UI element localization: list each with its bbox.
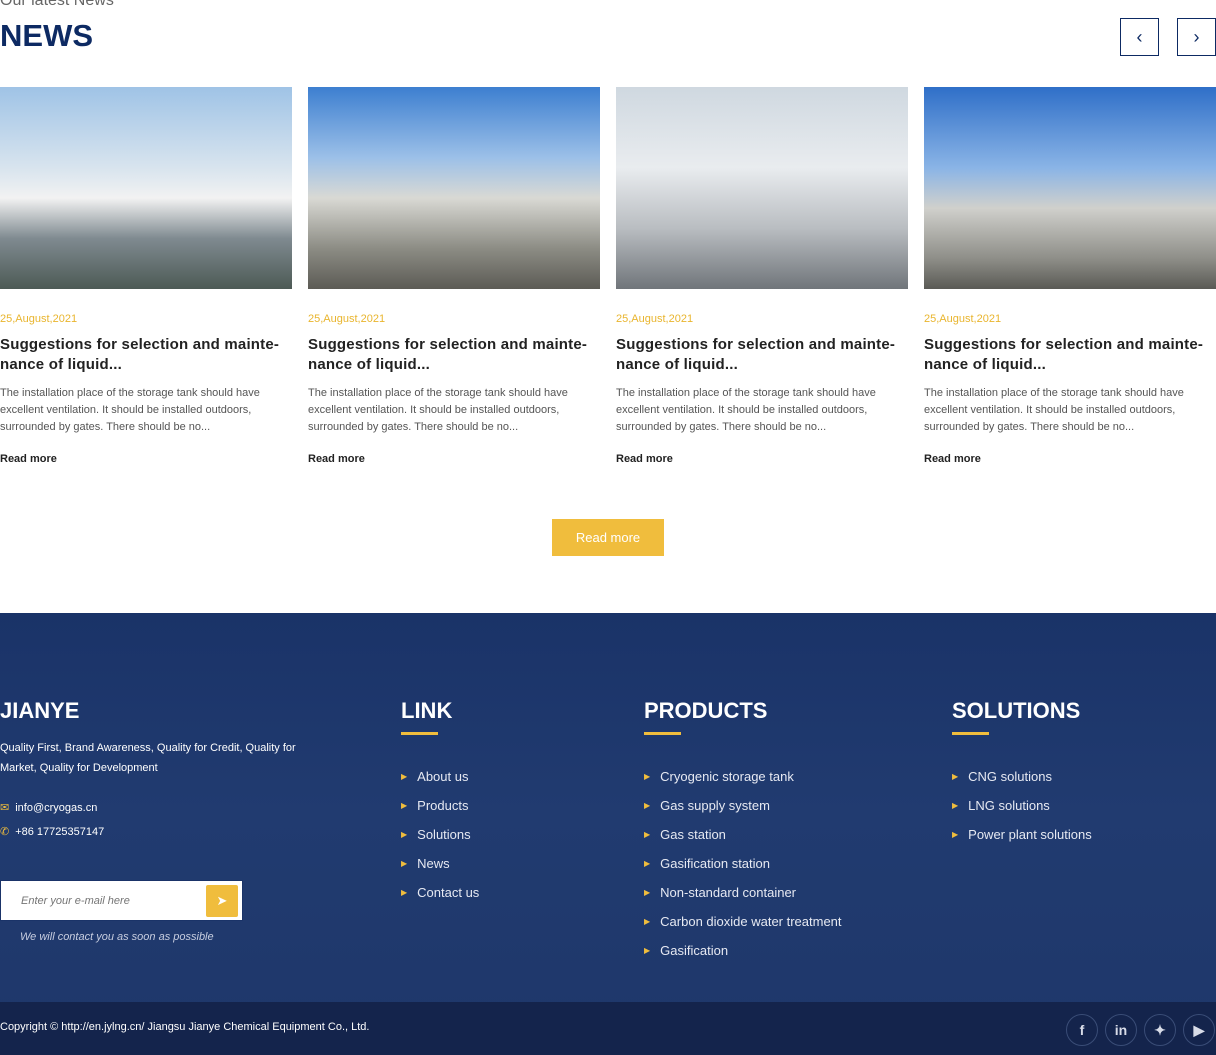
news-read-more-link[interactable]: Read more <box>616 453 908 465</box>
footer-link[interactable]: ▶ Carbon dioxide water treatment <box>644 913 842 930</box>
caret-right-icon: ▶ <box>401 888 408 897</box>
news-image[interactable] <box>924 87 1216 289</box>
footer-link[interactable]: ▶ LNG solutions <box>952 797 1092 814</box>
caret-right-icon: ▶ <box>952 830 959 839</box>
email-form: ➤ <box>0 880 243 921</box>
news-read-more-link[interactable]: Read more <box>924 453 1216 465</box>
facebook-icon[interactable]: f <box>1066 1014 1098 1046</box>
products-heading: PRODUCTS <box>644 698 768 723</box>
news-date: 25,August,2021 <box>0 313 78 325</box>
caret-right-icon: ▶ <box>644 888 651 897</box>
caret-right-icon: ▶ <box>401 801 408 810</box>
section-subtitle: Our latest News <box>0 0 114 9</box>
contact-note: We will contact you as soon as possible <box>20 931 214 943</box>
footer-link[interactable]: ▶ Contact us <box>401 884 479 901</box>
news-title[interactable]: Suggestions for selection and mainte-nan… <box>924 335 1216 375</box>
news-title[interactable]: Suggestions for selection and mainte-nan… <box>616 335 908 375</box>
caret-right-icon: ▶ <box>952 772 959 781</box>
news-date: 25,August,2021 <box>924 313 1002 325</box>
section-title: NEWS <box>0 18 93 53</box>
footer-link[interactable]: ▶ Power plant solutions <box>952 826 1092 843</box>
send-button[interactable]: ➤ <box>206 885 238 917</box>
footer-link[interactable]: ▶ CNG solutions <box>952 768 1092 785</box>
mail-icon: ✉ <box>0 802 10 814</box>
news-excerpt: The installation place of the storage ta… <box>616 387 876 433</box>
paper-plane-icon: ➤ <box>216 893 228 908</box>
caret-right-icon: ▶ <box>401 830 408 839</box>
caret-right-icon: ▶ <box>644 859 651 868</box>
copyright-bar: Copyright © http://en.jylng.cn/ Jiangsu … <box>0 1002 1216 1055</box>
caret-right-icon: ▶ <box>952 801 959 810</box>
caret-right-icon: ▶ <box>401 772 408 781</box>
news-date: 25,August,2021 <box>616 313 694 325</box>
news-title[interactable]: Suggestions for selection and mainte-nan… <box>0 335 292 375</box>
footer-phone: ✆ +86 17725357147 <box>0 825 105 839</box>
caret-right-icon: ▶ <box>644 917 651 926</box>
news-image[interactable] <box>616 87 908 289</box>
footer-brand: JIANYE <box>0 698 80 723</box>
chevron-right-icon: › <box>1193 26 1200 47</box>
caret-right-icon: ▶ <box>644 830 651 839</box>
link-heading: LINK <box>401 698 453 723</box>
news-excerpt: The installation place of the storage ta… <box>0 387 260 433</box>
news-image[interactable] <box>308 87 600 289</box>
youtube-icon[interactable]: ▶ <box>1183 1014 1215 1046</box>
footer: JIANYE Quality First, Brand Awareness, Q… <box>0 613 1216 1055</box>
news-card: 25,August,2021 Suggestions for selection… <box>308 87 600 465</box>
news-excerpt: The installation place of the storage ta… <box>924 387 1184 433</box>
news-excerpt: The installation place of the storage ta… <box>308 387 568 433</box>
caret-right-icon: ▶ <box>644 801 651 810</box>
footer-link[interactable]: ▶ Non-standard container <box>644 884 842 901</box>
news-read-more-link[interactable]: Read more <box>0 453 292 465</box>
footer-link[interactable]: ▶ Gas station <box>644 826 842 843</box>
twitter-icon[interactable]: ✦ <box>1144 1014 1176 1046</box>
caret-right-icon: ▶ <box>401 859 408 868</box>
footer-link[interactable]: ▶ About us <box>401 768 479 785</box>
footer-link[interactable]: ▶ News <box>401 855 479 872</box>
solutions-heading: SOLUTIONS <box>952 698 1081 723</box>
footer-link[interactable]: ▶ Cryogenic storage tank <box>644 768 842 785</box>
footer-link[interactable]: ▶ Gasification <box>644 942 842 959</box>
caret-right-icon: ▶ <box>644 946 651 955</box>
next-button[interactable]: › <box>1177 18 1216 56</box>
footer-link[interactable]: ▶ Gasification station <box>644 855 842 872</box>
caret-right-icon: ▶ <box>644 772 651 781</box>
heading-underline <box>401 732 438 735</box>
news-image[interactable] <box>0 87 292 289</box>
news-read-more-link[interactable]: Read more <box>308 453 600 465</box>
footer-link[interactable]: ▶ Solutions <box>401 826 479 843</box>
footer-link[interactable]: ▶ Gas supply system <box>644 797 842 814</box>
linkedin-icon[interactable]: in <box>1105 1014 1137 1046</box>
chevron-left-icon: ‹ <box>1136 26 1143 47</box>
news-title[interactable]: Suggestions for selection and mainte-nan… <box>308 335 600 375</box>
heading-underline <box>952 732 989 735</box>
footer-email: ✉ info@cryogas.cn <box>0 801 98 815</box>
footer-link[interactable]: ▶ Products <box>401 797 479 814</box>
news-date: 25,August,2021 <box>308 313 386 325</box>
read-more-button[interactable]: Read more <box>552 519 664 556</box>
footer-tagline: Quality First, Brand Awareness, Quality … <box>0 742 296 774</box>
prev-button[interactable]: ‹ <box>1120 18 1159 56</box>
news-card: 25,August,2021 Suggestions for selection… <box>0 87 292 465</box>
news-card: 25,August,2021 Suggestions for selection… <box>616 87 908 465</box>
phone-icon: ✆ <box>0 826 10 838</box>
heading-underline <box>644 732 681 735</box>
email-input[interactable] <box>21 894 201 907</box>
copyright: Copyright © http://en.jylng.cn/ Jiangsu … <box>0 1021 370 1033</box>
news-card: 25,August,2021 Suggestions for selection… <box>924 87 1216 465</box>
